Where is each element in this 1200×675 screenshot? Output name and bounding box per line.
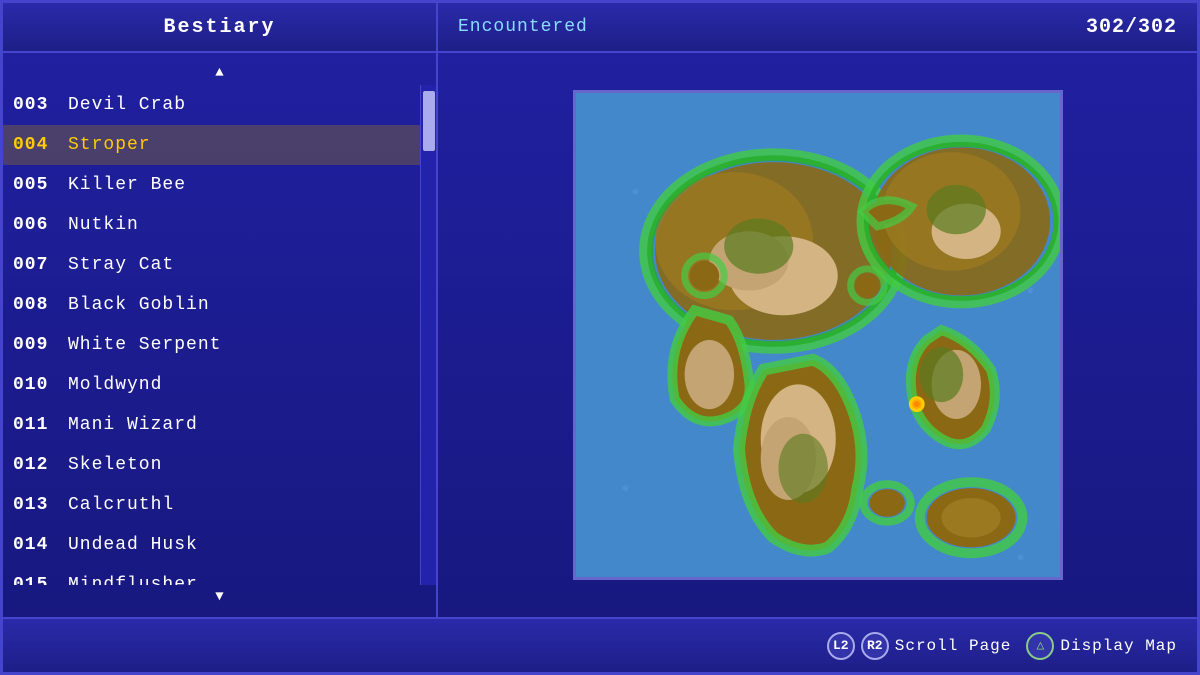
item-number: 003 [13,95,68,115]
item-name: Killer Bee [68,175,186,195]
r2-button[interactable]: R2 [861,632,889,660]
display-map-hint: △ Display Map [1026,632,1177,660]
list-container: 003Devil Crab004Stroper005Killer Bee006N… [3,85,436,585]
map-container [573,90,1063,580]
list-item[interactable]: 005Killer Bee [3,165,420,205]
list-item[interactable]: 003Devil Crab [3,85,420,125]
screen: Bestiary Encountered 302/302 ▲ 003Devil … [0,0,1200,675]
item-number: 007 [13,255,68,275]
item-name: White Serpent [68,335,221,355]
list-item[interactable]: 015Mindflusher [3,565,420,585]
list-item[interactable]: 008Black Goblin [3,285,420,325]
list-item[interactable]: 013Calcruthl [3,485,420,525]
scroll-page-hint: L2 R2 Scroll Page [827,632,1012,660]
encountered-label: Encountered [458,17,588,37]
top-bar: Bestiary Encountered 302/302 [3,3,1197,53]
item-number: 010 [13,375,68,395]
item-number: 006 [13,215,68,235]
list-item[interactable]: 006Nutkin [3,205,420,245]
world-map [576,93,1060,577]
list-item[interactable]: 004Stroper [3,125,420,165]
map-panel [438,53,1197,617]
item-number: 015 [13,575,68,585]
item-number: 011 [13,415,68,435]
count-label: 302/302 [1086,16,1177,39]
main-content: ▲ 003Devil Crab004Stroper005Killer Bee00… [3,53,1197,617]
list-items: 003Devil Crab004Stroper005Killer Bee006N… [3,85,420,585]
list-item[interactable]: 009White Serpent [3,325,420,365]
list-item[interactable]: 010Moldwynd [3,365,420,405]
item-name: Skeleton [68,455,162,475]
item-number: 005 [13,175,68,195]
item-number: 014 [13,535,68,555]
item-name: Devil Crab [68,95,186,115]
scrollbar-thumb[interactable] [423,91,435,151]
bestiary-title: Bestiary [163,16,275,39]
scroll-page-label: Scroll Page [895,637,1012,655]
item-name: Mani Wizard [68,415,198,435]
scrollbar[interactable] [420,85,436,585]
item-name: Moldwynd [68,375,162,395]
item-name: Stroper [68,135,151,155]
item-name: Calcruthl [68,495,174,515]
item-number: 009 [13,335,68,355]
item-name: Nutkin [68,215,139,235]
scroll-down-arrow[interactable]: ▼ [3,585,436,609]
triangle-button[interactable]: △ [1026,632,1054,660]
item-number: 008 [13,295,68,315]
item-name: Stray Cat [68,255,174,275]
item-number: 012 [13,455,68,475]
item-name: Black Goblin [68,295,210,315]
bestiary-panel: ▲ 003Devil Crab004Stroper005Killer Bee00… [3,53,438,617]
scroll-up-arrow[interactable]: ▲ [3,61,436,85]
encountered-header: Encountered 302/302 [438,3,1197,51]
bestiary-header: Bestiary [3,3,438,51]
item-name: Mindflusher [68,575,198,585]
list-item[interactable]: 007Stray Cat [3,245,420,285]
item-name: Undead Husk [68,535,198,555]
display-map-label: Display Map [1060,637,1177,655]
list-item[interactable]: 011Mani Wizard [3,405,420,445]
list-item[interactable]: 012Skeleton [3,445,420,485]
l2-button[interactable]: L2 [827,632,855,660]
list-item[interactable]: 014Undead Husk [3,525,420,565]
item-number: 013 [13,495,68,515]
bottom-bar: L2 R2 Scroll Page △ Display Map [3,617,1197,672]
item-number: 004 [13,135,68,155]
